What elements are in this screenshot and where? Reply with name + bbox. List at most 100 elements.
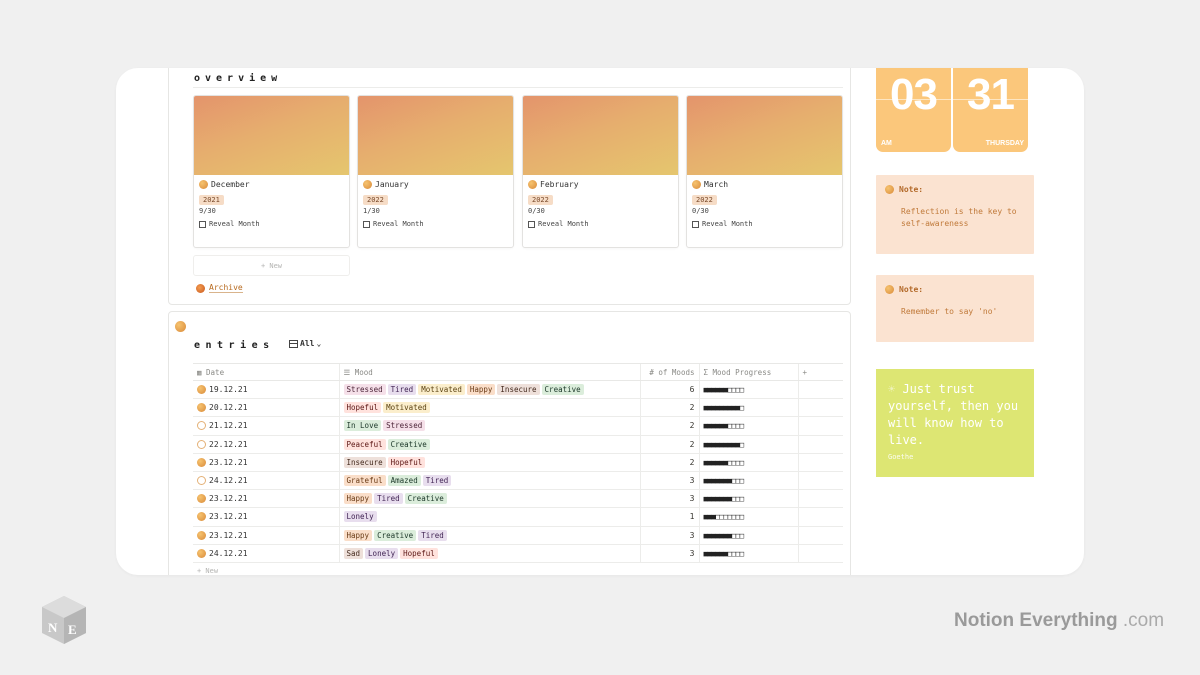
note-text: Remember to say 'no' [901, 307, 998, 316]
date-cell[interactable]: 21.12.21 [193, 416, 339, 436]
archive-link[interactable]: Archive [196, 283, 243, 293]
mood-tag: Lonely [343, 511, 377, 523]
clock-ampm: AM [881, 140, 892, 147]
empty-cell [797, 435, 843, 454]
note-callout[interactable]: Note: Reflection is the key to self-awar… [876, 175, 1034, 254]
quote-callout[interactable]: ☀ Just trust yourself, then you will kno… [876, 369, 1034, 477]
month-card-february[interactable]: February 2022 0/30 Reveal Month [522, 95, 679, 248]
checkbox-icon[interactable] [199, 220, 206, 228]
month-cover [194, 96, 349, 175]
entry-date: 23.12.21 [209, 457, 248, 467]
mood-emoji-icon [197, 457, 206, 467]
mood-tag: Insecure [497, 384, 540, 396]
entry-date: 19.12.21 [209, 385, 248, 395]
date-cell[interactable]: 20.12.21 [193, 398, 339, 418]
checkbox-icon[interactable] [528, 220, 535, 228]
reveal-month-checkbox[interactable]: Reveal Month [199, 220, 260, 228]
checkbox-icon[interactable] [363, 220, 370, 228]
mood-cell[interactable]: Hopeful Motivated [338, 398, 640, 418]
mood-tag: Creative [541, 384, 584, 396]
checkbox-icon[interactable] [692, 220, 699, 228]
empty-cell [797, 380, 843, 400]
mood-progress-cell: ■■■■■■■□□□ [698, 526, 798, 545]
month-name: March [704, 180, 729, 189]
mood-progress-cell: ■■■■■■□□□□ [698, 453, 798, 472]
date-cell[interactable]: 23.12.21 [193, 507, 339, 527]
date-cell[interactable]: 22.12.21 [193, 435, 339, 454]
moon-icon [199, 180, 208, 189]
day-count: 0/30 [528, 207, 545, 215]
date-cell[interactable]: 24.12.21 [193, 544, 339, 563]
month-card-march[interactable]: March 2022 0/30 Reveal Month [686, 95, 843, 248]
mood-cell[interactable]: Happy Tired Creative [338, 489, 640, 509]
mood-count-cell: 3 [639, 526, 699, 545]
brand-wordmark: Notion Everything .com [954, 610, 1165, 631]
month-card-december[interactable]: December 2021 9/30 Reveal Month [193, 95, 350, 248]
column-header-progress[interactable]: Σ Mood Progress [698, 363, 798, 381]
entries-table: ▦ Date ☰ Mood # of Moods Σ Mood Progress… [193, 363, 843, 563]
notion-page-frame: overview December 2021 9/30 Reveal Month… [116, 68, 1084, 575]
mood-count-cell: 2 [639, 435, 699, 454]
note-icon [885, 185, 894, 194]
table-icon [289, 339, 298, 348]
table-row[interactable]: 23.12.21 Insecure Hopeful 2 ■■■■■■□□□□ [193, 453, 843, 472]
table-row[interactable]: 21.12.21 In Love Stressed 2 ■■■■■■□□□□ [193, 416, 843, 436]
mood-emoji-icon [197, 548, 206, 558]
entries-title: entries [194, 340, 275, 351]
table-row[interactable]: 23.12.21 Happy Creative Tired 3 ■■■■■■■□□□ [193, 526, 843, 545]
mood-progress-cell: ■■■■■■□□□□ [698, 544, 798, 563]
mood-tag: Motivated [418, 384, 465, 396]
mood-cell[interactable]: Lonely [338, 507, 640, 527]
view-selector[interactable]: All ⌄ [289, 339, 321, 348]
mood-tag: In Love [343, 420, 382, 432]
add-column-button[interactable]: + [797, 363, 843, 381]
month-cover [523, 96, 678, 175]
day-count: 1/30 [363, 207, 380, 215]
new-month-button[interactable]: + New [193, 255, 350, 276]
mood-tag: Hopeful [400, 547, 438, 559]
svg-text:E: E [68, 622, 77, 637]
date-cell[interactable]: 19.12.21 [193, 380, 339, 400]
column-header-date[interactable]: ▦ Date [193, 363, 339, 381]
column-header-count[interactable]: # of Moods [639, 363, 699, 381]
mood-progress-cell: ■■■■■■■■■□ [698, 435, 798, 454]
table-row[interactable]: 22.12.21 Peaceful Creative 2 ■■■■■■■■■□ [193, 435, 843, 454]
month-card-january[interactable]: January 2022 1/30 Reveal Month [357, 95, 514, 248]
mood-tag: Happy [466, 384, 496, 396]
empty-cell [797, 526, 843, 545]
reveal-month-checkbox[interactable]: Reveal Month [528, 220, 589, 228]
archive-icon [196, 283, 205, 293]
table-row[interactable]: 24.12.21 Grateful Amazed Tired 3 ■■■■■■■□□□ [193, 471, 843, 491]
sigma-icon: Σ [703, 367, 713, 377]
column-header-mood[interactable]: ☰ Mood [338, 363, 640, 381]
mood-progress-cell: ■■■■■■■□□□ [698, 489, 798, 509]
table-row[interactable]: 24.12.21 Sad Lonely Hopeful 3 ■■■■■■□□□□ [193, 544, 843, 563]
date-cell[interactable]: 23.12.21 [193, 489, 339, 509]
mood-cell[interactable]: Grateful Amazed Tired [338, 471, 640, 491]
mood-cell[interactable]: Happy Creative Tired [338, 526, 640, 545]
date-cell[interactable]: 24.12.21 [193, 471, 339, 491]
date-cell[interactable]: 23.12.21 [193, 453, 339, 472]
table-row[interactable]: 23.12.21 Happy Tired Creative 3 ■■■■■■■□□□ [193, 489, 843, 509]
overview-title: overview [194, 73, 283, 84]
mood-cell[interactable]: Stressed Tired Motivated Happy Insecure Creat… [338, 380, 640, 400]
mood-cell[interactable]: Peaceful Creative [338, 435, 640, 454]
month-name: January [375, 180, 409, 189]
clock-day-card: 31 THURSDAY [953, 68, 1028, 152]
table-row[interactable]: 23.12.21 Lonely 1 ■■■□□□□□□□ [193, 507, 843, 527]
year-tag: 2022 [528, 195, 553, 205]
reveal-month-checkbox[interactable]: Reveal Month [363, 220, 424, 228]
table-row[interactable]: 19.12.21 Stressed Tired Motivated Happy Insec… [193, 380, 843, 400]
note-callout[interactable]: Note: Remember to say 'no' [876, 275, 1034, 342]
empty-cell [797, 453, 843, 472]
mood-cell[interactable]: Insecure Hopeful [338, 453, 640, 472]
mood-progress-cell: ■■■■■■□□□□ [698, 416, 798, 436]
date-cell[interactable]: 23.12.21 [193, 526, 339, 545]
new-entry-button[interactable]: + New [197, 567, 218, 575]
mood-tag: Creative [404, 493, 447, 505]
table-row[interactable]: 20.12.21 Hopeful Motivated 2 ■■■■■■■■■□ [193, 398, 843, 418]
mood-cell[interactable]: Sad Lonely Hopeful [338, 544, 640, 563]
month-cover [687, 96, 842, 175]
reveal-month-checkbox[interactable]: Reveal Month [692, 220, 753, 228]
mood-cell[interactable]: In Love Stressed [338, 416, 640, 436]
